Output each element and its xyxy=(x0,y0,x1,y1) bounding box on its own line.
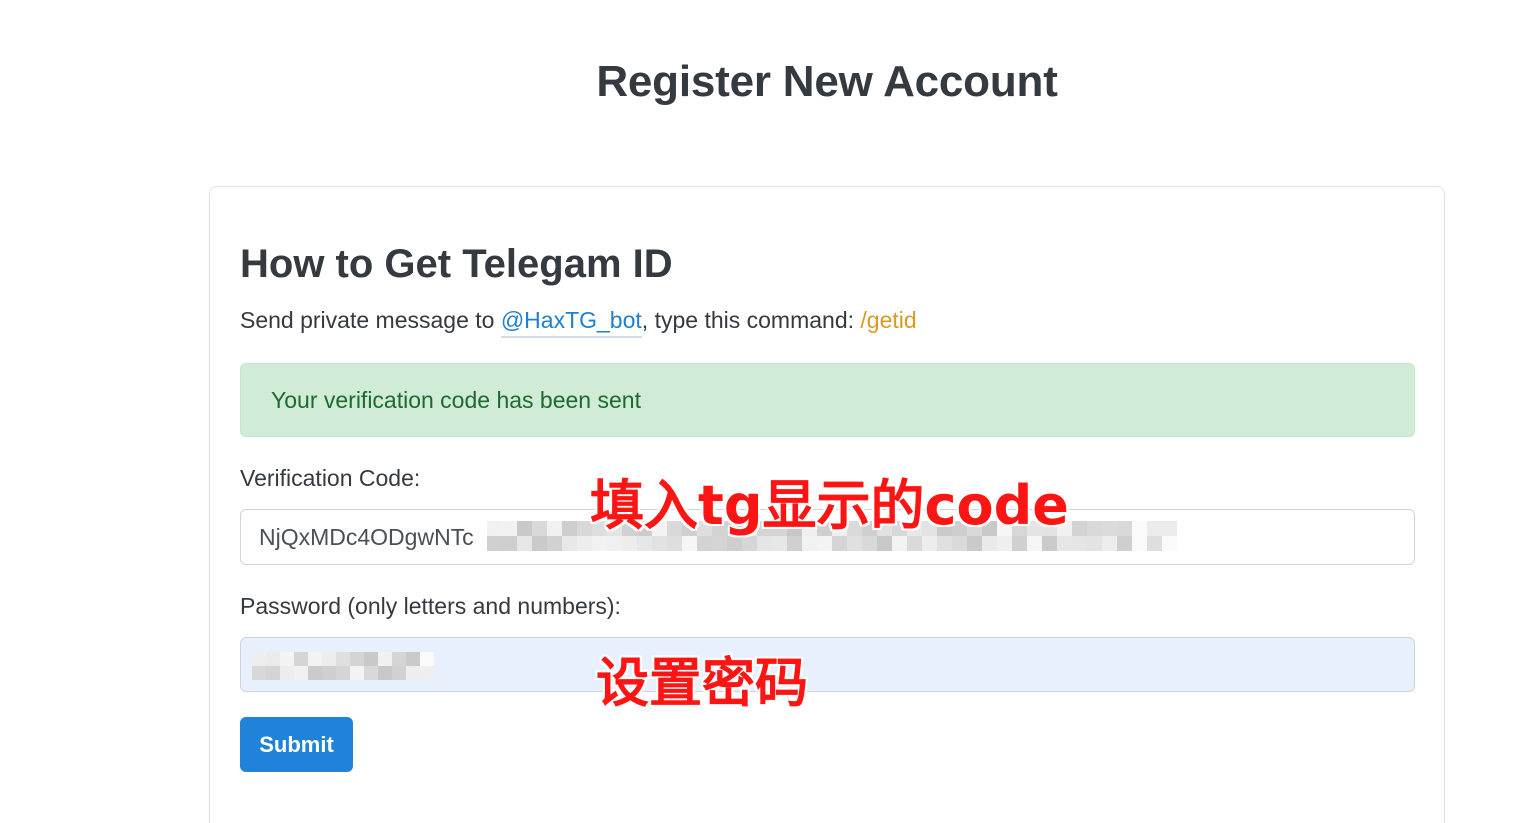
submit-button[interactable]: Submit xyxy=(240,717,353,772)
success-alert: Your verification code has been sent xyxy=(240,363,1415,437)
verification-code-label: Verification Code: xyxy=(240,465,421,491)
bot-link[interactable]: @HaxTG_bot xyxy=(500,307,642,338)
password-input[interactable] xyxy=(240,637,1415,692)
card-heading: How to Get Telegam ID xyxy=(240,242,673,286)
alert-message: Your verification code has been sent xyxy=(271,386,641,413)
password-field xyxy=(240,637,1415,692)
page-title: Register New Account xyxy=(596,57,1058,106)
password-label: Password (only letters and numbers): xyxy=(240,593,621,619)
instruction-middle: , type this command: xyxy=(641,307,861,333)
annotation-password-hint: 设置密码 xyxy=(596,653,808,714)
instruction-prefix: Send private message to xyxy=(240,307,501,333)
annotation-code-hint: 填入tg显示的code xyxy=(590,474,1069,537)
command-text: /getid xyxy=(860,307,917,333)
instruction-text: Send private message to @HaxTG_bot, type… xyxy=(240,305,917,338)
